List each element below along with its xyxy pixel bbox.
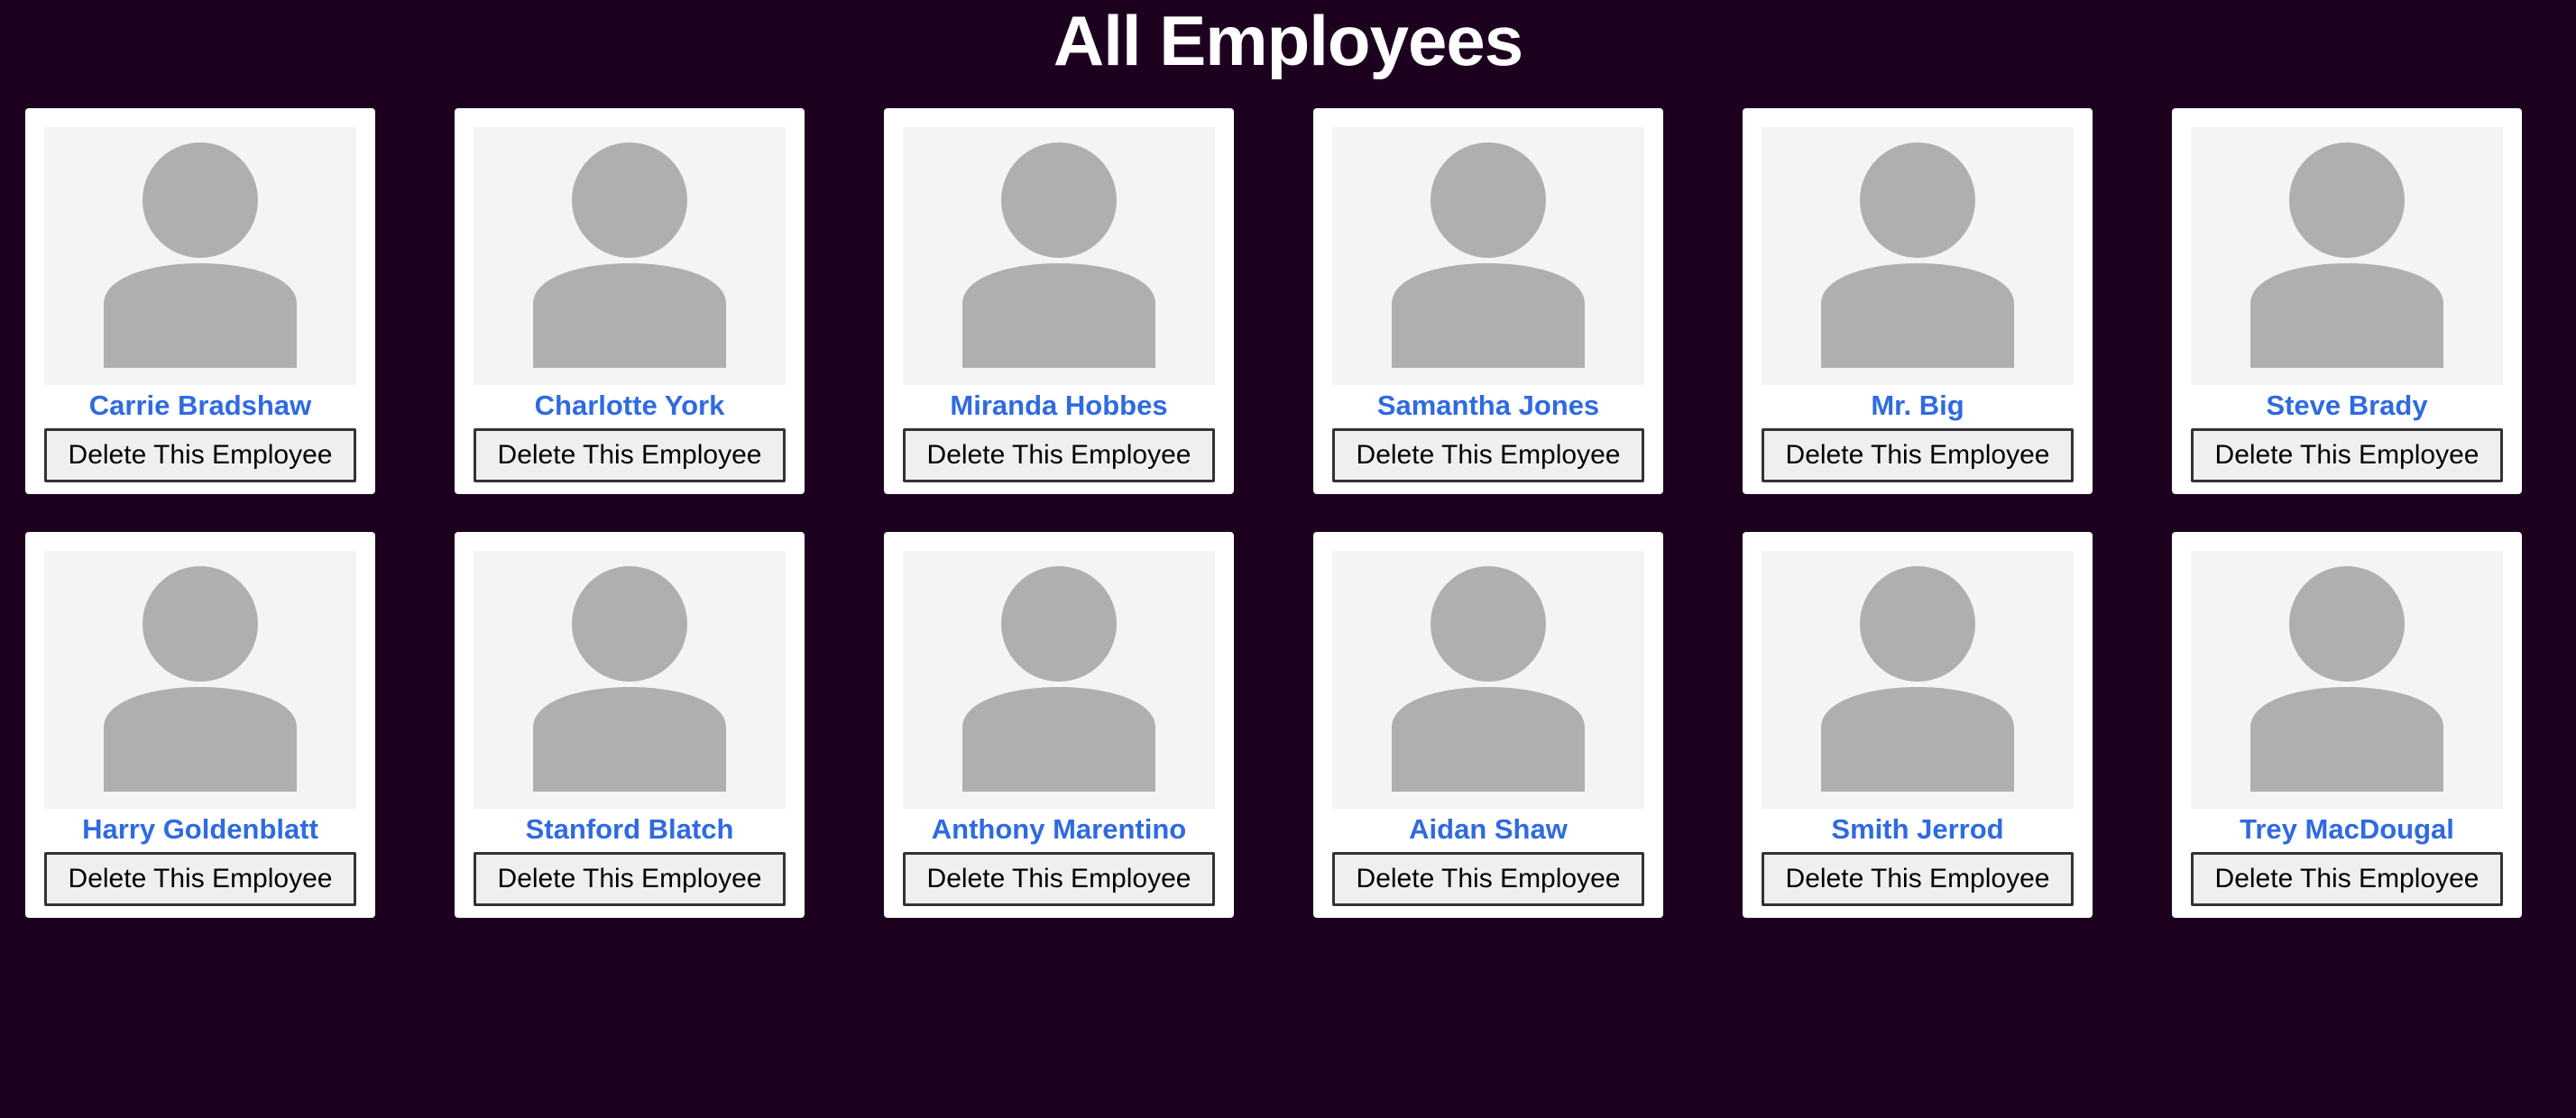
employee-name-link[interactable]: Samantha Jones [1377,390,1599,421]
delete-employee-button[interactable]: Delete This Employee [44,852,356,906]
employee-grid: Carrie Bradshaw Delete This Employee Cha… [25,108,2524,918]
person-placeholder-icon [474,127,786,385]
employee-name-link[interactable]: Mr. Big [1871,390,1964,421]
delete-employee-button[interactable]: Delete This Employee [2191,428,2503,482]
person-placeholder-icon [2191,127,2503,385]
employee-name-link[interactable]: Aidan Shaw [1409,814,1568,845]
employee-card: Trey MacDougal Delete This Employee [2172,532,2522,918]
employee-card: Miranda Hobbes Delete This Employee [884,108,1234,494]
employee-card: Anthony Marentino Delete This Employee [884,532,1234,918]
employee-name-link[interactable]: Trey MacDougal [2240,814,2454,845]
employee-name-link[interactable]: Harry Goldenblatt [82,814,318,845]
page-title: All Employees [1053,1,1523,80]
employee-name-link[interactable]: Anthony Marentino [932,814,1186,845]
delete-employee-button[interactable]: Delete This Employee [1762,852,2074,906]
employee-card: Aidan Shaw Delete This Employee [1313,532,1663,918]
delete-employee-button[interactable]: Delete This Employee [2191,852,2503,906]
delete-employee-button[interactable]: Delete This Employee [474,428,786,482]
employee-name-link[interactable]: Steve Brady [2266,390,2427,421]
employee-name-link[interactable]: Stanford Blatch [526,814,734,845]
person-placeholder-icon [1332,127,1644,385]
employee-name-link[interactable]: Miranda Hobbes [950,390,1167,421]
person-placeholder-icon [1762,127,2074,385]
employee-name-link[interactable]: Smith Jerrod [1831,814,2003,845]
delete-employee-button[interactable]: Delete This Employee [903,428,1215,482]
employee-card: Harry Goldenblatt Delete This Employee [25,532,375,918]
employee-card: Mr. Big Delete This Employee [1743,108,2093,494]
person-placeholder-icon [474,551,786,809]
delete-employee-button[interactable]: Delete This Employee [903,852,1215,906]
delete-employee-button[interactable]: Delete This Employee [474,852,786,906]
person-placeholder-icon [44,551,356,809]
employee-card: Smith Jerrod Delete This Employee [1743,532,2093,918]
delete-employee-button[interactable]: Delete This Employee [44,428,356,482]
employee-card: Charlotte York Delete This Employee [455,108,805,494]
delete-employee-button[interactable]: Delete This Employee [1332,428,1644,482]
employee-name-link[interactable]: Charlotte York [535,390,725,421]
delete-employee-button[interactable]: Delete This Employee [1762,428,2074,482]
person-placeholder-icon [903,127,1215,385]
delete-employee-button[interactable]: Delete This Employee [1332,852,1644,906]
person-placeholder-icon [1332,551,1644,809]
employee-card: Steve Brady Delete This Employee [2172,108,2522,494]
person-placeholder-icon [903,551,1215,809]
employee-card: Carrie Bradshaw Delete This Employee [25,108,375,494]
person-placeholder-icon [44,127,356,385]
employee-name-link[interactable]: Carrie Bradshaw [89,390,311,421]
person-placeholder-icon [2191,551,2503,809]
employee-card: Samantha Jones Delete This Employee [1313,108,1663,494]
employee-card: Stanford Blatch Delete This Employee [455,532,805,918]
person-placeholder-icon [1762,551,2074,809]
